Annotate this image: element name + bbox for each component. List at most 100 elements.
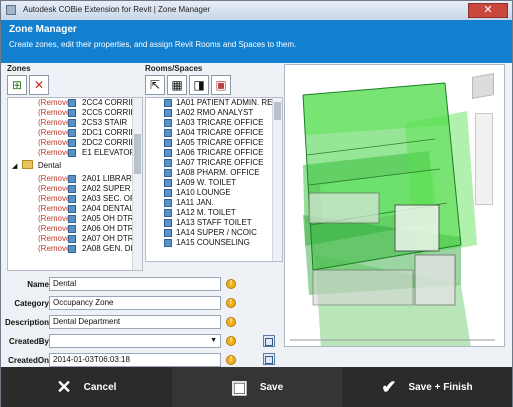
add-zone-icon: ⊞ bbox=[11, 78, 23, 92]
header-banner: Zone Manager Create zones, edit their pr… bbox=[1, 20, 512, 63]
app-icon bbox=[6, 5, 16, 15]
space-item-icon bbox=[164, 199, 172, 207]
list-item[interactable]: (Remove) 2CC4 CORRIDOR bbox=[8, 98, 142, 108]
space-label: 1A15 COUNSELING bbox=[176, 238, 250, 247]
zone-code: 2CS3 STAIR bbox=[82, 118, 128, 127]
list-item[interactable]: (Remove) 2DC2 CORRIDOR bbox=[8, 138, 142, 148]
list-item[interactable]: (Remove) 2CS3 STAIR bbox=[8, 118, 133, 128]
info-icon[interactable]: ! bbox=[226, 317, 236, 327]
info-icon[interactable]: ! bbox=[226, 355, 236, 365]
title-bar: Autodesk COBie Extension for Revit | Zon… bbox=[1, 1, 512, 21]
zones-tree[interactable]: (Remove) 2CC4 CORRIDOR (Remove) 2CC5 COR… bbox=[7, 97, 143, 271]
list-item[interactable]: (Remove) 2A07 OH DTR #3 bbox=[8, 234, 142, 244]
description-field[interactable]: Dental Department bbox=[49, 315, 221, 329]
space-label: 1A14 SUPER / NCOIC bbox=[176, 228, 257, 237]
zone-item-icon bbox=[68, 235, 76, 243]
info-icon[interactable]: ! bbox=[226, 279, 236, 289]
rooms-spaces-list[interactable]: 1A01 PATIENT ADMIN. RECEP 1A02 RMO ANALY… bbox=[145, 97, 283, 262]
list-item[interactable]: (Remove) 2A02 SUPER OF bbox=[8, 184, 142, 194]
space-label: 1A12 M. TOILET bbox=[176, 208, 236, 217]
calendar-button[interactable] bbox=[263, 335, 275, 347]
description-label: Description bbox=[4, 318, 49, 327]
space-label: 1A02 RMO ANALYST bbox=[176, 108, 254, 117]
main-window: Autodesk COBie Extension for Revit | Zon… bbox=[0, 0, 513, 407]
list-item[interactable]: (Remove) 2A08 GEN. DENT bbox=[8, 244, 142, 254]
close-button[interactable]: ✕ bbox=[468, 3, 508, 18]
delete-zone-button[interactable]: ✕ bbox=[29, 75, 49, 95]
footer-bar: ✕ Cancel ▣ Save ✔ Save + Finish bbox=[1, 367, 512, 407]
zone-item-icon bbox=[68, 139, 76, 147]
space-item-icon bbox=[164, 189, 172, 197]
save-disk-icon: ▣ bbox=[230, 377, 248, 397]
list-item[interactable]: (Remove) 2CC5 CORRIDOR bbox=[8, 108, 142, 118]
list-item[interactable]: (Remove) 2A06 OH DTR #2 bbox=[8, 224, 142, 234]
zone-item-icon bbox=[68, 195, 76, 203]
space-label: 1A01 PATIENT ADMIN. RECEP bbox=[176, 98, 283, 107]
space-item-icon bbox=[164, 169, 172, 177]
createdby-select[interactable]: ▼ bbox=[49, 334, 221, 348]
list-item[interactable]: (Remove) 2A03 SEC. OFFIC bbox=[8, 194, 142, 204]
list-item[interactable]: (Remove) E1 ELEVATOR bbox=[8, 148, 136, 158]
space-remove-icon: ▣ bbox=[215, 78, 227, 92]
list-item[interactable]: (Remove) 2A04 DENTAL SU bbox=[8, 204, 142, 214]
copy-button[interactable] bbox=[263, 353, 275, 365]
save-label: Save bbox=[259, 381, 284, 393]
list-item[interactable]: (Remove) 2A05 OH DTR #1 bbox=[8, 214, 142, 224]
list-item[interactable]: (Remove) 2A01 LIBRARY / bbox=[8, 174, 141, 184]
space-item-icon bbox=[164, 179, 172, 187]
building-model bbox=[285, 65, 504, 346]
cancel-label: Cancel bbox=[83, 381, 117, 393]
list-item[interactable]: (Remove) 2DC1 CORRIDOR bbox=[8, 128, 142, 138]
zone-item-icon bbox=[68, 225, 76, 233]
space-item-icon bbox=[164, 99, 172, 107]
check-icon: ✔ bbox=[381, 377, 397, 397]
zone-group-dental[interactable]: ◢ Dental bbox=[12, 160, 61, 170]
copy-icon bbox=[265, 356, 273, 364]
space-label: 1A11 JAN. bbox=[176, 198, 214, 207]
space-item-icon bbox=[164, 239, 172, 247]
zones-scrollbar[interactable] bbox=[132, 98, 142, 270]
page-title: Zone Manager bbox=[9, 24, 77, 35]
chevron-down-icon[interactable]: ▼ bbox=[210, 335, 217, 347]
navigation-wheel-icon[interactable] bbox=[475, 113, 493, 205]
calendar-icon bbox=[265, 338, 273, 346]
space-item-icon bbox=[164, 229, 172, 237]
space-select-icon: ◨ bbox=[193, 78, 205, 92]
space-label: 1A10 LOUNGE bbox=[176, 188, 231, 197]
room-select-button[interactable]: ▦ bbox=[167, 75, 187, 95]
zone-item-icon bbox=[68, 99, 76, 107]
space-select-button[interactable]: ◨ bbox=[189, 75, 209, 95]
category-field[interactable]: Occupancy Zone bbox=[49, 296, 221, 310]
spaces-scrollbar[interactable] bbox=[272, 98, 282, 261]
add-zone-button[interactable]: ⊞ bbox=[7, 75, 27, 95]
space-label: 1A13 STAFF TOILET bbox=[176, 218, 252, 227]
info-icon[interactable]: ! bbox=[226, 298, 236, 308]
space-item-icon bbox=[164, 209, 172, 217]
save-finish-button[interactable]: ✔ Save + Finish bbox=[342, 367, 512, 407]
space-label: 1A06 TRICARE OFFICE bbox=[176, 148, 264, 157]
space-remove-button[interactable]: ▣ bbox=[211, 75, 231, 95]
zones-scroll-thumb[interactable] bbox=[134, 134, 141, 174]
save-button[interactable]: ▣ Save bbox=[172, 367, 342, 407]
spaces-scroll-thumb[interactable] bbox=[274, 102, 281, 120]
createdon-label: CreatedOn bbox=[8, 356, 49, 365]
folder-icon bbox=[21, 160, 33, 169]
zone-code: E1 ELEVATOR bbox=[82, 148, 136, 157]
createdby-label: CreatedBy bbox=[8, 337, 49, 346]
model-viewport[interactable] bbox=[284, 64, 505, 347]
zone-item-icon bbox=[68, 205, 76, 213]
createdon-field[interactable]: 2014-01-03T06:03:18 bbox=[49, 353, 221, 367]
cancel-button[interactable]: ✕ Cancel bbox=[1, 367, 172, 407]
zones-label: Zones bbox=[7, 64, 31, 73]
name-field[interactable]: Dental bbox=[49, 277, 221, 291]
info-icon[interactable]: ! bbox=[226, 336, 236, 346]
zone-item-icon bbox=[68, 175, 76, 183]
space-item-icon bbox=[164, 139, 172, 147]
viewcube-icon[interactable] bbox=[472, 73, 494, 99]
zone-item-icon bbox=[68, 245, 76, 253]
save-finish-label: Save + Finish bbox=[408, 381, 473, 393]
space-item-icon bbox=[164, 109, 172, 117]
space-item-icon bbox=[164, 159, 172, 167]
expand-arrow-icon[interactable]: ◢ bbox=[12, 163, 17, 170]
select-pointer-button[interactable]: ⇱ bbox=[145, 75, 165, 95]
